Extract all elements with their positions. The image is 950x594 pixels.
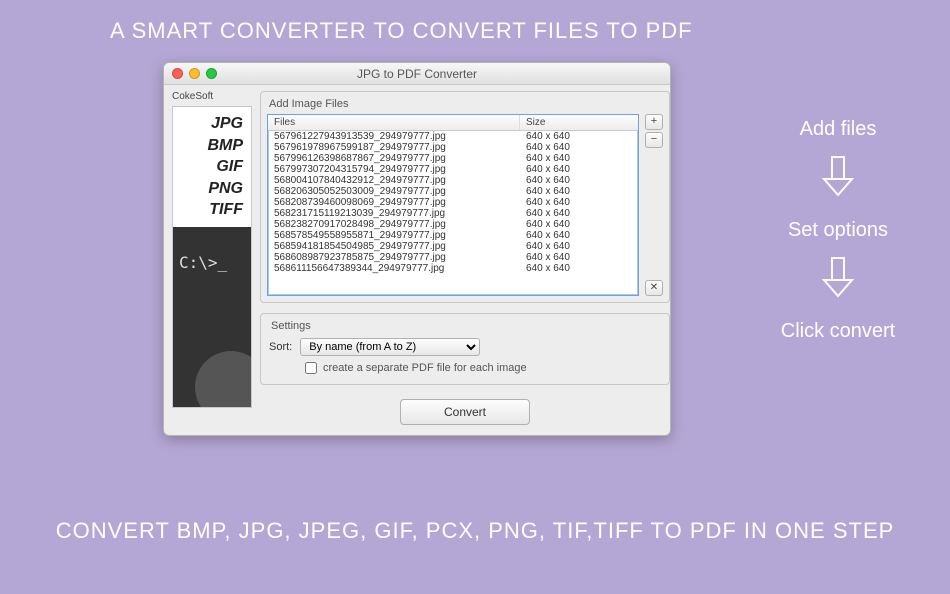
table-row[interactable]: 567961227943913539_294979777.jpg640 x 64… [268,131,638,142]
cell-size: 640 x 640 [520,241,638,252]
sidebar: CokeSoft JPG BMP GIF PNG TIFF C:\>_ [172,91,252,425]
cell-filename: 568208739460098069_294979777.jpg [268,197,520,208]
cell-size: 640 x 640 [520,153,638,164]
format-item: GIF [175,156,249,178]
format-list: JPG BMP GIF PNG TIFF [173,107,251,221]
separate-pdf-checkbox[interactable] [305,362,317,374]
table-row[interactable]: 567996126398687867_294979777.jpg640 x 64… [268,153,638,164]
cell-filename: 568231715119213039_294979777.jpg [268,208,520,219]
sidebar-card: JPG BMP GIF PNG TIFF C:\>_ [172,106,252,408]
arrow-down-icon [821,256,855,298]
cell-size: 640 x 640 [520,263,638,274]
titlebar[interactable]: JPG to PDF Converter [164,63,670,85]
main-panel: Add Image Files Files Size 5679612279439… [260,91,670,425]
format-item: BMP [175,135,249,157]
col-header-files[interactable]: Files [268,115,520,130]
table-body[interactable]: 567961227943913539_294979777.jpg640 x 64… [268,131,638,295]
clear-button[interactable]: ✕ [645,280,663,296]
settings-group: Settings Sort: By name (from A to Z) cre… [260,313,670,385]
cell-size: 640 x 640 [520,142,638,153]
cell-size: 640 x 640 [520,186,638,197]
steps-sidebar: Add files Set options Click convert [758,112,918,349]
files-table[interactable]: Files Size 567961227943913539_294979777.… [267,114,639,296]
table-row[interactable]: 568611156647389344_294979777.jpg640 x 64… [268,263,638,274]
window-title: JPG to PDF Converter [164,67,670,81]
table-row[interactable]: 568578549558955871_294979777.jpg640 x 64… [268,230,638,241]
cell-size: 640 x 640 [520,164,638,175]
cell-filename: 567997307204315794_294979777.jpg [268,164,520,175]
cell-size: 640 x 640 [520,175,638,186]
step-add-files: Add files [800,118,877,141]
files-group-label: Add Image Files [267,98,663,114]
cell-filename: 568238270917028498_294979777.jpg [268,219,520,230]
col-header-size[interactable]: Size [520,115,638,130]
remove-file-button[interactable]: − [645,132,663,148]
sidebar-brand-label: CokeSoft [172,91,252,102]
cell-filename: 567996126398687867_294979777.jpg [268,153,520,164]
terminal-icon: C:\>_ [179,253,227,272]
cell-filename: 567961227943913539_294979777.jpg [268,131,520,142]
cell-size: 640 x 640 [520,197,638,208]
table-row[interactable]: 567997307204315794_294979777.jpg640 x 64… [268,164,638,175]
format-item: PNG [175,178,249,200]
format-item: JPG [175,113,249,135]
table-row[interactable]: 568608987923785875_294979777.jpg640 x 64… [268,252,638,263]
cell-size: 640 x 640 [520,252,638,263]
separate-pdf-label: create a separate PDF file for each imag… [323,362,527,374]
sort-label: Sort: [269,341,292,353]
cell-filename: 568611156647389344_294979777.jpg [268,263,520,274]
cell-size: 640 x 640 [520,131,638,142]
table-row[interactable]: 568206305052503009_294979777.jpg640 x 64… [268,186,638,197]
cell-size: 640 x 640 [520,208,638,219]
table-row[interactable]: 568238270917028498_294979777.jpg640 x 64… [268,219,638,230]
step-set-options: Set options [788,219,888,242]
sort-select[interactable]: By name (from A to Z) [300,338,480,356]
settings-group-label: Settings [269,320,661,336]
app-window: JPG to PDF Converter CokeSoft JPG BMP GI… [163,62,671,436]
table-row[interactable]: 568004107840432912_294979777.jpg640 x 64… [268,175,638,186]
table-row[interactable]: 568594181854504985_294979777.jpg640 x 64… [268,241,638,252]
cell-filename: 568578549558955871_294979777.jpg [268,230,520,241]
convert-button[interactable]: Convert [400,399,530,425]
cell-size: 640 x 640 [520,219,638,230]
cell-filename: 568608987923785875_294979777.jpg [268,252,520,263]
separate-pdf-row[interactable]: create a separate PDF file for each imag… [305,362,661,374]
table-row[interactable]: 568231715119213039_294979777.jpg640 x 64… [268,208,638,219]
files-group: Add Image Files Files Size 5679612279439… [260,91,670,303]
add-file-button[interactable]: + [645,114,663,130]
gear-icon [195,351,252,408]
table-row[interactable]: 568208739460098069_294979777.jpg640 x 64… [268,197,638,208]
table-header: Files Size [268,115,638,131]
arrow-down-icon [821,155,855,197]
cell-filename: 567961978967599187_294979777.jpg [268,142,520,153]
step-click-convert: Click convert [781,320,895,343]
page-heading-bottom: CONVERT BMP, JPG, JPEG, GIF, PCX, PNG, T… [0,518,950,544]
cell-size: 640 x 640 [520,230,638,241]
cell-filename: 568594181854504985_294979777.jpg [268,241,520,252]
table-row[interactable]: 567961978967599187_294979777.jpg640 x 64… [268,142,638,153]
page-heading-top: A SMART CONVERTER TO CONVERT FILES TO PD… [110,18,693,44]
sidebar-decoration: C:\>_ [173,227,251,407]
format-item: TIFF [175,199,249,221]
cell-filename: 568004107840432912_294979777.jpg [268,175,520,186]
cell-filename: 568206305052503009_294979777.jpg [268,186,520,197]
